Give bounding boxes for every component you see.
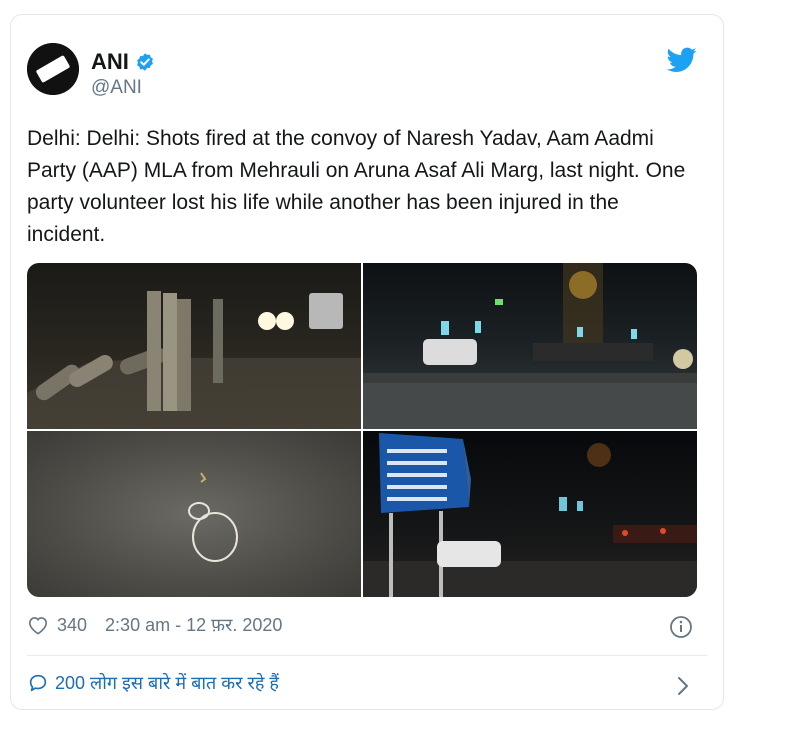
tweet-card: ANI @ANI Delhi: Delhi: Shots fired at th… [10, 14, 724, 710]
tweet-text: Delhi: Delhi: Shots fired at the convoy … [27, 127, 686, 246]
conversation-link[interactable]: 200 लोग इस बारे में बात कर रहे हैं [27, 671, 279, 695]
media-photo-4[interactable] [363, 431, 697, 597]
chevron-right-icon[interactable] [675, 675, 691, 697]
media-grid [27, 263, 697, 597]
twitter-bird-icon[interactable] [667, 47, 697, 73]
speech-bubble-icon [29, 674, 47, 692]
media-photo-1[interactable] [27, 263, 361, 429]
like-count[interactable]: 340 [57, 615, 87, 636]
author-handle[interactable]: @ANI [91, 77, 142, 99]
tweet-stats: 340 2:30 am - 12 फ़र. 2020 [27, 613, 282, 637]
author-row: ANI [91, 49, 155, 75]
avatar[interactable] [27, 43, 79, 95]
tweet-timestamp[interactable]: 2:30 am - 12 फ़र. 2020 [105, 613, 282, 637]
conversation-label: 200 लोग इस बारे में बात कर रहे हैं [55, 673, 279, 693]
heart-icon[interactable] [27, 615, 49, 635]
author-name[interactable]: ANI [91, 49, 129, 75]
media-photo-3[interactable] [27, 431, 361, 597]
divider [27, 655, 707, 656]
verified-badge-icon [136, 53, 153, 71]
info-icon[interactable] [669, 615, 693, 639]
media-photo-2[interactable] [363, 263, 697, 429]
